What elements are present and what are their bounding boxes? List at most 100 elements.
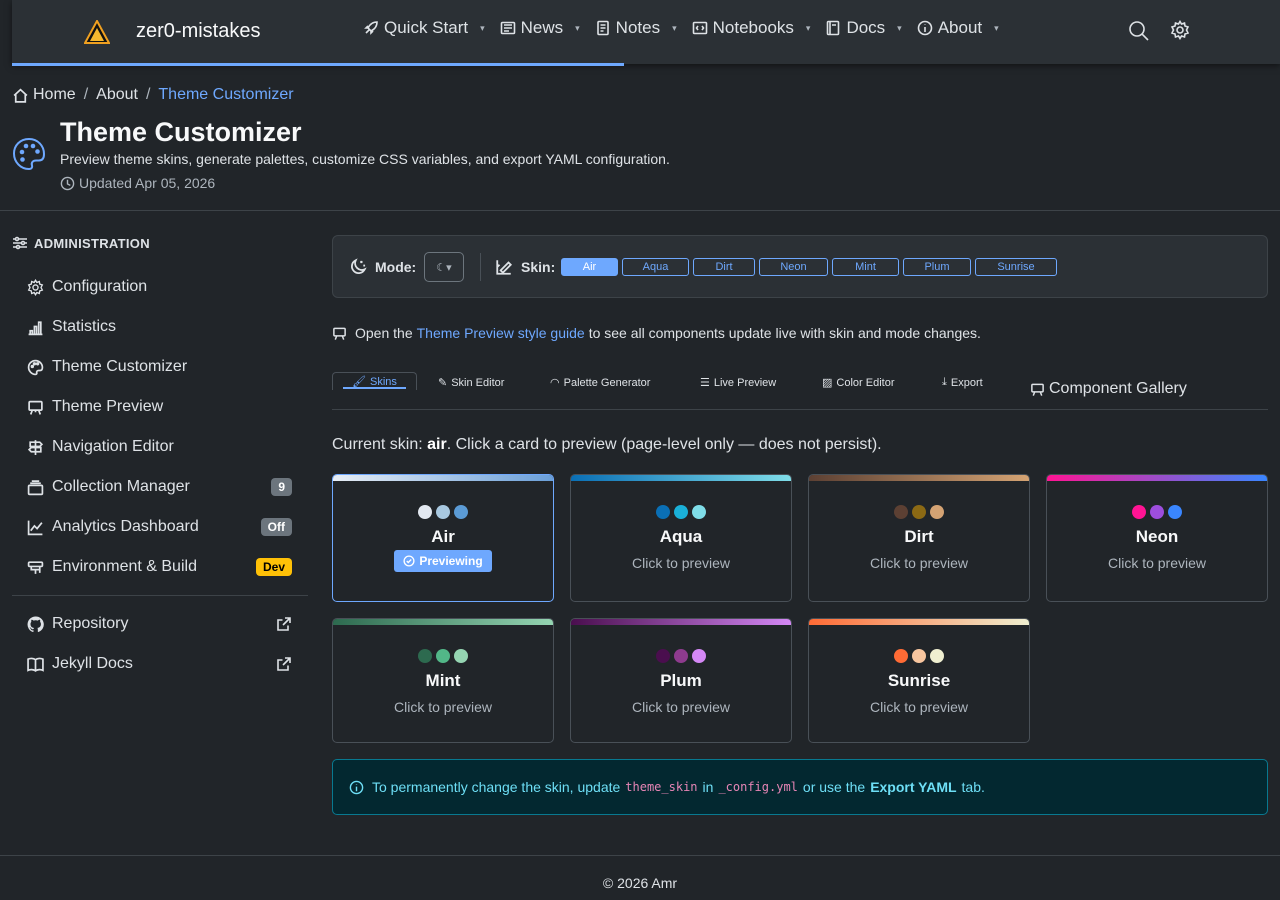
header-divider [0,210,1280,211]
caret-down-icon[interactable]: ▾ [994,23,999,34]
color-swatches [809,649,1029,663]
sidebar-item-repository[interactable]: Repository [26,604,296,644]
current-skin-value: air [427,436,447,453]
color-swatch [436,649,450,663]
theme-preview-link[interactable]: Theme Preview style guide [417,325,585,341]
color-swatch [454,649,468,663]
skin-button-air[interactable]: Air [561,258,618,276]
code-config-yml: _config.yml [718,780,798,794]
skin-card-aqua[interactable]: Aqua Click to preview [570,474,792,602]
brand-logo-icon[interactable] [84,20,110,44]
graph-icon [26,519,44,536]
status-badge: Off [260,518,292,536]
nav-notebooks[interactable]: Notebooks ▾ [691,18,811,38]
sidebar-item-theme-customizer[interactable]: Theme Customizer [26,347,296,387]
search-icon[interactable] [1128,20,1150,42]
color-swatch [894,649,908,663]
skin-card-dirt[interactable]: Dirt Click to preview [808,474,1030,602]
sidebar-item-configuration[interactable]: Configuration [26,267,296,307]
info-alert: To permanently change the skin, update t… [332,759,1268,815]
caret-down-icon[interactable]: ▾ [806,23,811,34]
skin-button-aqua[interactable]: Aqua [622,258,689,276]
card-name: Sunrise [887,671,951,690]
tab-skin-editor[interactable]: ✎ Skin Editor [438,376,505,390]
previewing-label: Previewing [419,554,483,568]
skin-button-mint[interactable]: Mint [832,258,899,276]
nav-label: News [520,18,564,37]
nav-about[interactable]: About ▾ [916,18,999,38]
palette-icon [26,359,44,376]
nav-docs[interactable]: Docs ▾ [824,18,902,38]
card-name: Neon [1135,527,1179,546]
skin-button-dirt[interactable]: Dirt [693,258,755,276]
color-swatch [912,505,926,519]
nav-label: Notes [615,18,661,37]
collection-icon [26,479,44,496]
breadcrumb-about[interactable]: About [96,86,138,104]
sidebar-item-analytics-dashboard[interactable]: Analytics Dashboard Off [26,507,296,547]
skin-label: Skin: [521,259,556,275]
skin-card-mint[interactable]: Mint Click to preview [332,618,554,743]
caret-down-icon[interactable]: ▾ [575,23,580,34]
skin-button-plum[interactable]: Plum [903,258,971,276]
card-color-bar [809,475,1029,481]
color-swatch [894,505,908,519]
skin-button-group: Air Aqua Dirt Neon Mint Plum Sunrise [561,258,1057,276]
mode-toggle-button[interactable]: ☾▾ [424,252,464,282]
sidebar-item-environment-build[interactable]: Environment & Build Dev [26,547,296,587]
book-icon [824,19,842,37]
sidebar-item-label: Collection Manager [52,478,190,495]
tab-label: Skin Editor [451,376,505,389]
tab-live-preview[interactable]: ☰ Live Preview [700,376,776,390]
caret-down-icon[interactable]: ▾ [480,23,485,34]
sidebar-item-navigation-editor[interactable]: Navigation Editor [26,427,296,467]
sliders-icon: ☰ [700,377,710,389]
tab-palette-generator[interactable]: ◠ Palette Generator [550,376,651,390]
journal-icon [594,19,612,37]
tab-label: Palette Generator [563,376,651,389]
sidebar-item-theme-preview[interactable]: Theme Preview [26,387,296,427]
breadcrumb-separator: / [83,86,89,103]
skin-card-neon[interactable]: Neon Click to preview [1046,474,1268,602]
color-swatch [930,505,944,519]
breadcrumb-home[interactable]: Home [33,86,76,104]
skin-card-sunrise[interactable]: Sunrise Click to preview [808,618,1030,743]
nav-quick-start[interactable]: Quick Start ▾ [362,18,485,38]
skin-button-neon[interactable]: Neon [759,258,828,276]
tab-label: Component Gallery [1049,380,1187,397]
sidebar-item-statistics[interactable]: Statistics [26,307,296,347]
brand-name[interactable]: zer0-mistakes [136,20,260,43]
export-yaml-link[interactable]: Export YAML [870,779,956,795]
bar-chart-icon [26,319,44,336]
palette-icon: ▨ [822,377,833,389]
caret-down-icon[interactable]: ▾ [897,23,902,34]
tab-skins[interactable]: 🖌 Skins [332,372,417,390]
card-hint: Click to preview [869,699,969,715]
tab-color-editor[interactable]: ▨ Color Editor [822,376,894,390]
sidebar-item-jekyll-docs[interactable]: Jekyll Docs [26,644,296,684]
color-swatch [656,649,670,663]
info-suffix: to see all components update live with s… [588,325,981,341]
breadcrumb-separator: / [145,86,151,103]
caret-down-icon[interactable]: ▾ [672,23,677,34]
color-swatch [674,505,688,519]
skin-button-sunrise[interactable]: Sunrise [975,258,1057,276]
tab-component-gallery[interactable]: Component Gallery [1030,380,1187,398]
current-skin-suffix: . Click a card to preview (page-level on… [446,436,882,453]
info-icon [349,780,364,794]
newspaper-icon [499,19,517,37]
skin-card-air[interactable]: Air Previewing [332,474,554,602]
sidebar-item-collection-manager[interactable]: Collection Manager 9 [26,467,296,507]
gear-icon[interactable] [1170,20,1190,40]
tab-export[interactable]: ⤓ Export [942,376,983,389]
nav-right-tools [1128,20,1190,42]
info-prefix: Open the [355,325,413,341]
skin-card-plum[interactable]: Plum Click to preview [570,618,792,743]
color-swatch [656,505,670,519]
card-color-bar [571,619,791,625]
current-skin-prefix: Current skin: [332,436,423,453]
skin-label-group: Skin: [495,258,555,276]
nav-notes[interactable]: Notes ▾ [594,18,677,38]
color-swatches [333,505,553,519]
nav-news[interactable]: News ▾ [499,18,580,38]
